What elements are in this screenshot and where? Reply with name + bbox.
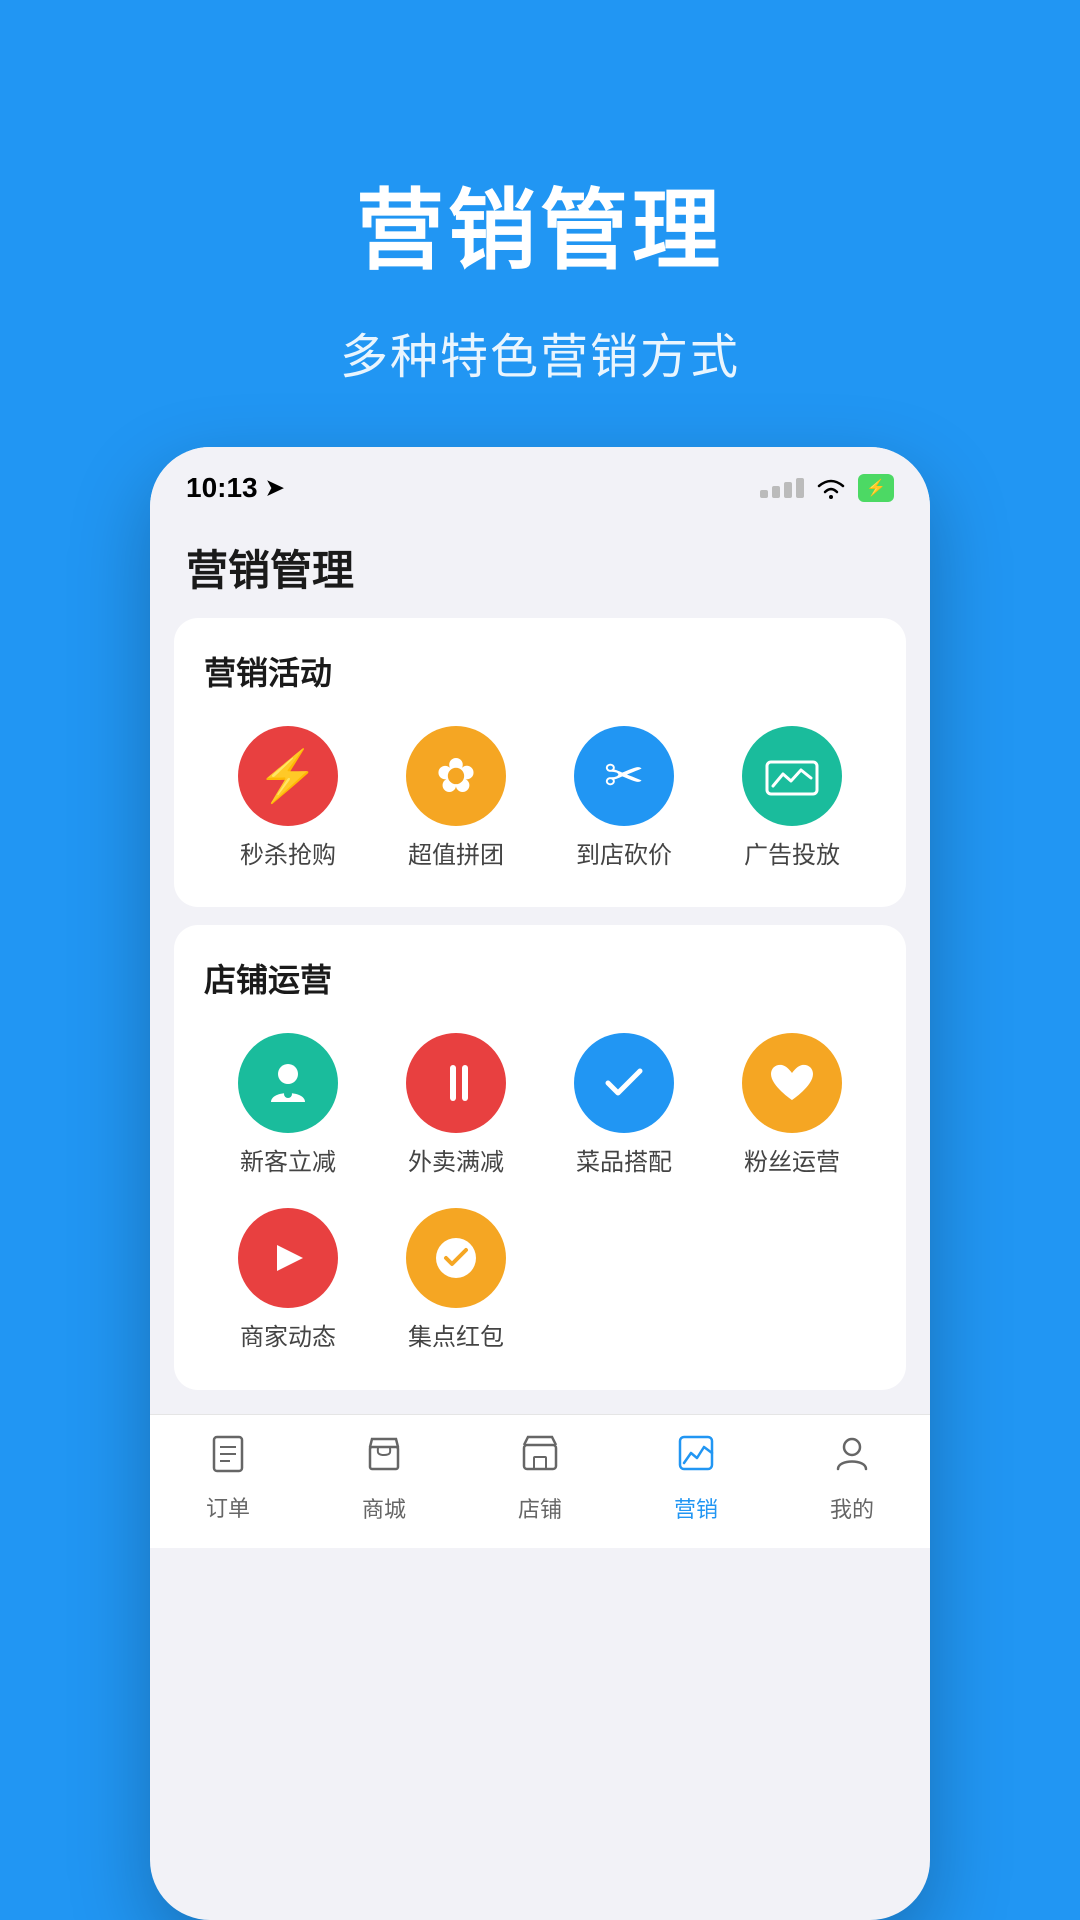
menu-pairing-label: 菜品搭配 (576, 1147, 672, 1178)
new-customer-discount-item[interactable]: 新客立减 (204, 1033, 372, 1178)
fan-operations-label: 粉丝运营 (744, 1147, 840, 1178)
nav-item-orders[interactable]: 订单 (163, 1433, 293, 1523)
bargain-label: 到店砍价 (576, 840, 672, 871)
flash-sale-item[interactable]: ⚡ 秒杀抢购 (204, 726, 372, 871)
delivery-discount-icon (406, 1033, 506, 1133)
battery-icon: ⚡ (858, 474, 894, 502)
hero-title: 营销管理 (60, 160, 1020, 287)
new-customer-discount-label: 新客立减 (240, 1147, 336, 1178)
store-icon (520, 1433, 560, 1484)
marketing-icon (676, 1433, 716, 1484)
fan-operations-item[interactable]: 粉丝运营 (708, 1033, 876, 1178)
ad-placement-icon (742, 726, 842, 826)
flash-sale-icon: ⚡ (238, 726, 338, 826)
group-buy-item[interactable]: ✿ 超值拼团 (372, 726, 540, 871)
merchant-news-item[interactable]: 商家动态 (204, 1208, 372, 1353)
menu-pairing-icon (574, 1033, 674, 1133)
nav-label-orders: 订单 (206, 1491, 250, 1523)
app-header: 营销管理 (150, 517, 930, 618)
ad-placement-item[interactable]: 广告投放 (708, 726, 876, 871)
bargain-item[interactable]: ✂ 到店砍价 (540, 726, 708, 871)
stamp-redpacket-item[interactable]: 集点红包 (372, 1208, 540, 1353)
wifi-icon (814, 475, 848, 501)
group-buy-label: 超值拼团 (408, 840, 504, 871)
status-bar: 10:13 ➤ ⚡ (150, 447, 930, 517)
nav-label-mine: 我的 (830, 1492, 874, 1524)
marketing-activities-title: 营销活动 (204, 648, 876, 694)
bottom-nav: 订单 商城 店铺 (150, 1414, 930, 1548)
merchant-news-label: 商家动态 (240, 1322, 336, 1353)
orders-icon (208, 1433, 248, 1483)
nav-item-store[interactable]: 店铺 (475, 1433, 605, 1524)
marketing-activities-grid: ⚡ 秒杀抢购 ✿ 超值拼团 ✂ 到店砍价 (204, 726, 876, 871)
status-icons: ⚡ (760, 474, 894, 502)
status-time: 10:13 ➤ (186, 472, 284, 504)
stamp-redpacket-label: 集点红包 (408, 1322, 504, 1353)
mine-icon (832, 1433, 872, 1484)
page-title: 营销管理 (186, 537, 894, 598)
new-customer-discount-icon (238, 1033, 338, 1133)
mall-icon (364, 1433, 404, 1484)
store-operations-grid: 新客立减 外卖满减 (204, 1033, 876, 1353)
group-buy-icon: ✿ (406, 726, 506, 826)
hero-subtitle: 多种特色营销方式 (60, 317, 1020, 387)
hero-section: 营销管理 多种特色营销方式 (0, 0, 1080, 447)
merchant-news-icon (238, 1208, 338, 1308)
menu-pairing-item[interactable]: 菜品搭配 (540, 1033, 708, 1178)
ad-placement-label: 广告投放 (744, 840, 840, 871)
delivery-discount-item[interactable]: 外卖满减 (372, 1033, 540, 1178)
store-operations-title: 店铺运营 (204, 955, 876, 1001)
flash-sale-label: 秒杀抢购 (240, 840, 336, 871)
fan-operations-icon (742, 1033, 842, 1133)
store-operations-card: 店铺运营 新客立减 (174, 925, 906, 1389)
stamp-redpacket-icon (406, 1208, 506, 1308)
nav-item-mall[interactable]: 商城 (319, 1433, 449, 1524)
location-icon: ➤ (266, 475, 284, 501)
nav-item-marketing[interactable]: 营销 (631, 1433, 761, 1524)
marketing-activities-card: 营销活动 ⚡ 秒杀抢购 ✿ 超值拼团 ✂ (174, 618, 906, 907)
bargain-icon: ✂ (574, 726, 674, 826)
delivery-discount-label: 外卖满减 (408, 1147, 504, 1178)
signal-icon (760, 478, 804, 498)
nav-label-store: 店铺 (518, 1492, 562, 1524)
app-content: 营销活动 ⚡ 秒杀抢购 ✿ 超值拼团 ✂ (150, 618, 930, 1414)
nav-item-mine[interactable]: 我的 (787, 1433, 917, 1524)
phone-mockup: 10:13 ➤ ⚡ 营销管理 营销活动 (150, 447, 930, 1920)
nav-label-marketing: 营销 (674, 1492, 718, 1524)
nav-label-mall: 商城 (362, 1492, 406, 1524)
